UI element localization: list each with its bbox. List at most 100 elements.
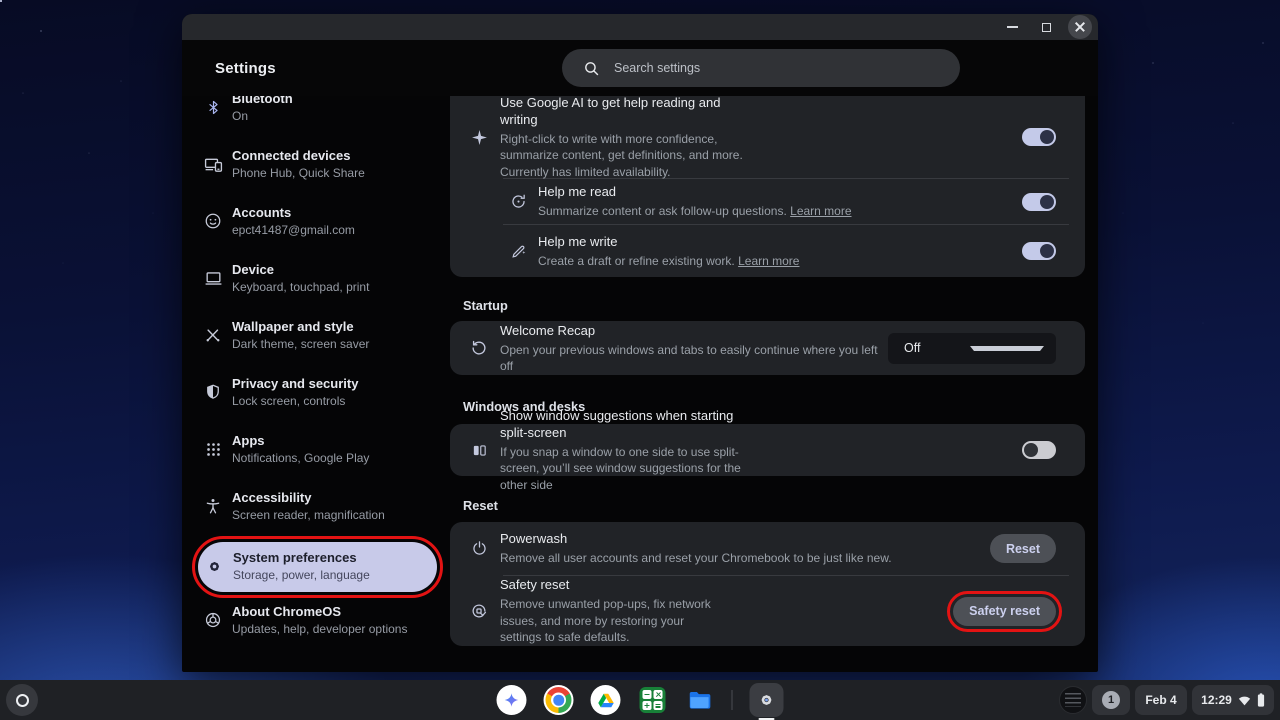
minimize-button[interactable] — [1000, 15, 1024, 39]
sidebar-item-device[interactable]: Device Keyboard, touchpad, print — [182, 253, 444, 310]
sidebar-item-label: Bluetooth — [232, 96, 293, 107]
help-me-write-toggle[interactable] — [1022, 242, 1056, 260]
help-me-write-row: Help me write Create a draft or refine e… — [450, 225, 1085, 277]
notification-counter[interactable]: 1 — [1092, 685, 1130, 715]
sidebar-item-label: Wallpaper and style — [232, 319, 369, 335]
shelf-app-drive[interactable] — [591, 685, 621, 715]
drive-icon — [597, 692, 614, 709]
safety-reset-button[interactable]: Safety reset — [953, 597, 1056, 626]
shelf-app-gemini[interactable] — [497, 685, 527, 715]
clock-label: 12:29 — [1201, 693, 1232, 707]
launcher-button[interactable] — [6, 684, 38, 716]
windows-desks-card: Show window suggestions when starting sp… — [450, 424, 1085, 476]
setting-title: Use Google AI to get help reading and wr… — [500, 94, 761, 128]
setting-description: Summarize content or ask follow-up quest… — [538, 203, 1022, 220]
avatar[interactable] — [1059, 686, 1087, 714]
sidebar-item-sublabel: On — [232, 108, 293, 125]
settings-sidebar: Bluetooth On Connected devices Phone Hub… — [182, 96, 444, 672]
shelf-separator — [732, 690, 733, 710]
calculator-icon — [640, 687, 666, 713]
connected-devices-icon — [202, 154, 224, 174]
sidebar-item-label: Device — [232, 262, 369, 278]
setting-title: Help me read — [538, 183, 1022, 200]
setting-description: Remove all user accounts and reset your … — [500, 550, 990, 567]
avatar-thumbnail — [1065, 693, 1081, 707]
date-button[interactable]: Feb 4 — [1135, 685, 1187, 715]
status-tray[interactable]: 12:29 — [1192, 685, 1274, 715]
setting-title: Powerwash — [500, 530, 990, 547]
sidebar-item-connected-devices[interactable]: Connected devices Phone Hub, Quick Share — [182, 139, 444, 196]
setting-description: Remove unwanted pop-ups, fix network iss… — [500, 596, 727, 646]
split-screen-row: Show window suggestions when starting sp… — [450, 424, 1085, 476]
sidebar-item-accessibility[interactable]: Accessibility Screen reader, magnificati… — [182, 481, 444, 538]
sidebar-item-sublabel: Storage, power, language — [233, 567, 370, 584]
setting-description: Open your previous windows and tabs to e… — [500, 342, 888, 375]
date-label: Feb 4 — [1145, 693, 1176, 707]
sidebar-item-accounts[interactable]: Accounts epct41487@gmail.com — [182, 196, 444, 253]
settings-gear-icon — [757, 690, 777, 710]
sidebar-item-system-preferences[interactable]: System preferences Storage, power, langu… — [198, 542, 437, 592]
shelf-app-settings[interactable] — [750, 683, 784, 717]
welcome-recap-dropdown[interactable]: Off — [888, 333, 1056, 364]
setting-description: If you snap a window to one side to use … — [500, 444, 761, 494]
shelf-app-files[interactable] — [685, 685, 715, 715]
help-me-write-icon — [507, 243, 529, 260]
search-bar[interactable] — [562, 49, 960, 87]
dropdown-value: Off — [904, 341, 970, 355]
bluetooth-icon — [202, 97, 224, 117]
sidebar-item-about-chromeos[interactable]: About ChromeOS Updates, help, developer … — [182, 595, 444, 652]
sidebar-item-label: System preferences — [233, 550, 370, 566]
minimize-icon — [1007, 26, 1018, 28]
launcher-icon — [16, 694, 29, 707]
sidebar-item-bluetooth[interactable]: Bluetooth On — [182, 96, 444, 139]
settings-window: Settings Bluetooth On — [182, 14, 1098, 672]
shield-icon — [202, 382, 224, 402]
close-button[interactable] — [1068, 15, 1092, 39]
split-screen-toggle[interactable] — [1022, 441, 1056, 459]
maximize-button[interactable] — [1034, 15, 1058, 39]
safety-reset-icon — [467, 602, 491, 620]
setting-title: Welcome Recap — [500, 322, 888, 339]
startup-card: Welcome Recap Open your previous windows… — [450, 321, 1085, 375]
maximize-icon — [1042, 23, 1051, 32]
sidebar-item-privacy-security[interactable]: Privacy and security Lock screen, contro… — [182, 367, 444, 424]
sidebar-item-sublabel: epct41487@gmail.com — [232, 222, 355, 239]
safety-reset-row: Safety reset Remove unwanted pop-ups, fi… — [450, 576, 1085, 646]
accounts-icon — [202, 211, 224, 231]
settings-content: Use Google AI to get help reading and wr… — [444, 96, 1098, 672]
google-ai-row: Use Google AI to get help reading and wr… — [450, 96, 1085, 178]
reset-card: Powerwash Remove all user accounts and r… — [450, 522, 1085, 646]
close-icon — [1074, 21, 1086, 33]
help-me-read-toggle[interactable] — [1022, 193, 1056, 211]
google-ai-card: Use Google AI to get help reading and wr… — [450, 96, 1085, 277]
learn-more-link[interactable]: Learn more — [738, 254, 799, 268]
setting-title: Safety reset — [500, 576, 727, 593]
window-titlebar — [182, 14, 1098, 40]
learn-more-link[interactable]: Learn more — [790, 204, 851, 218]
sidebar-item-wallpaper-style[interactable]: Wallpaper and style Dark theme, screen s… — [182, 310, 444, 367]
power-icon — [467, 540, 491, 557]
sidebar-item-label: Connected devices — [232, 148, 365, 164]
sidebar-item-label: Privacy and security — [232, 376, 358, 392]
shelf-app-calculator[interactable] — [638, 685, 668, 715]
apps-grid-icon — [202, 439, 224, 459]
powerwash-reset-button[interactable]: Reset — [990, 534, 1056, 563]
gear-icon — [203, 556, 225, 576]
shelf-app-chrome[interactable] — [544, 685, 574, 715]
sidebar-item-sublabel: Updates, help, developer options — [232, 621, 407, 638]
sidebar-item-apps[interactable]: Apps Notifications, Google Play — [182, 424, 444, 481]
help-me-read-icon — [507, 193, 529, 210]
sidebar-item-label: Accessibility — [232, 490, 385, 506]
page-title: Settings — [215, 60, 276, 77]
ai-sparkle-icon — [467, 128, 491, 147]
welcome-recap-row: Welcome Recap Open your previous windows… — [450, 321, 1085, 375]
google-ai-toggle[interactable] — [1022, 128, 1056, 146]
notification-count-badge: 1 — [1102, 691, 1120, 709]
help-me-read-row: Help me read Summarize content or ask fo… — [450, 179, 1085, 224]
accessibility-icon — [202, 496, 224, 516]
files-folder-icon — [687, 687, 713, 713]
sidebar-item-sublabel: Phone Hub, Quick Share — [232, 165, 365, 182]
sidebar-item-label: Apps — [232, 433, 369, 449]
search-input[interactable] — [614, 61, 914, 75]
sidebar-item-label: Accounts — [232, 205, 355, 221]
